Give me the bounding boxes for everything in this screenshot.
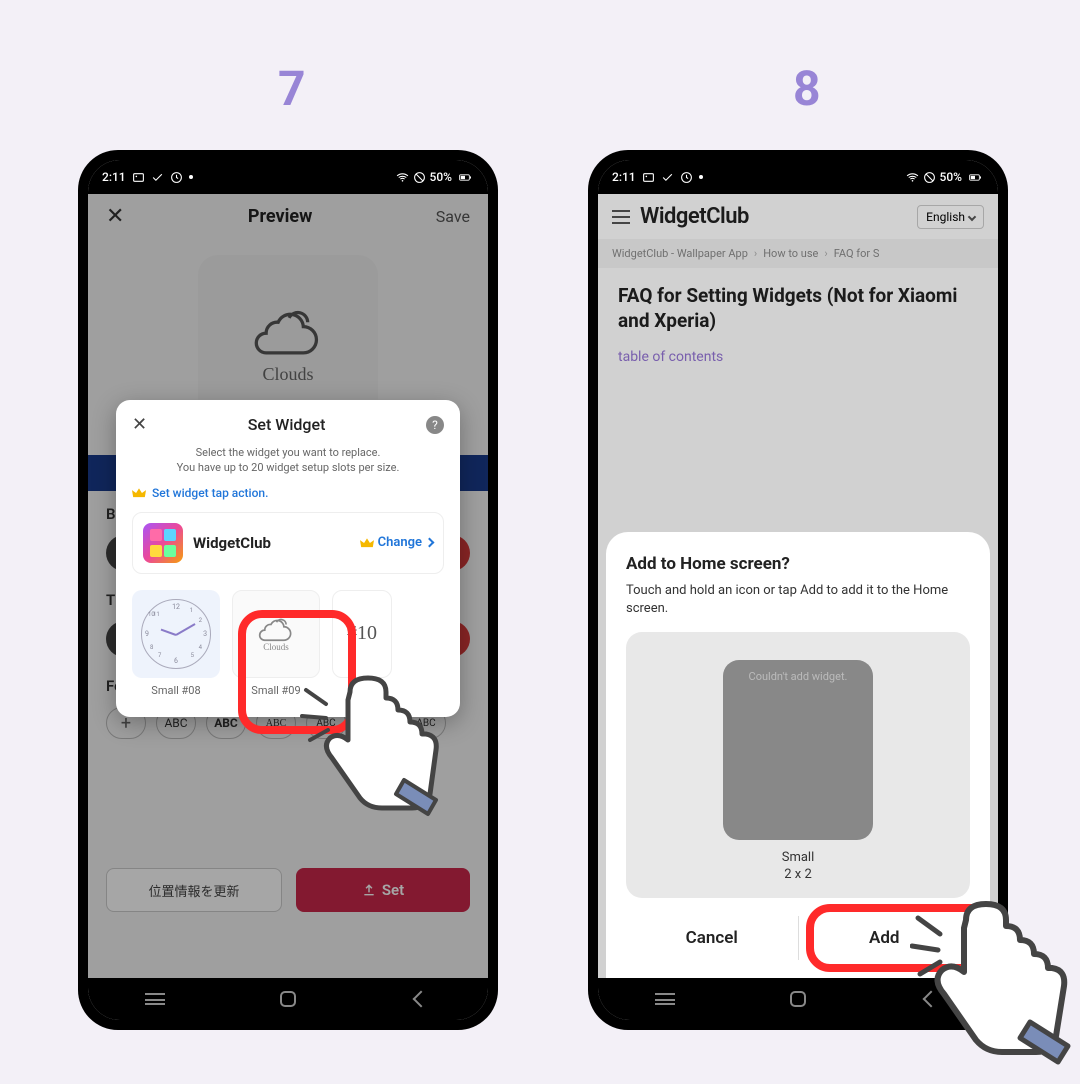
clock-status-icon	[170, 171, 183, 184]
wifi-icon	[396, 171, 409, 184]
recent-apps-button[interactable]	[650, 990, 680, 1008]
app-selector-row: WidgetClub Change	[132, 512, 444, 574]
crown-icon	[360, 537, 374, 549]
set-widget-dialog: ✕ Set Widget ? Select the widget you wan…	[116, 400, 460, 717]
sheet-subtitle: Touch and hold an icon or tap Add to add…	[626, 582, 970, 618]
tap-action-link[interactable]: Set widget tap action.	[132, 486, 444, 500]
image-icon	[132, 171, 145, 184]
step-number-7: 7	[278, 60, 306, 117]
cancel-button[interactable]: Cancel	[626, 916, 798, 960]
app-name: WidgetClub	[193, 534, 271, 552]
widget-slots-row: 12 6 9 3 11 1 2 10 4 5 7 8	[132, 590, 444, 697]
battery-percent: 50%	[430, 170, 452, 184]
battery-percent: 50%	[940, 170, 962, 184]
image-icon	[642, 171, 655, 184]
back-button[interactable]	[406, 990, 436, 1008]
dialog-title: Set Widget	[248, 415, 326, 434]
phone-mockup-left: 2:11 50% ✕ Preview Save Clouds	[78, 150, 498, 1030]
back-button[interactable]	[916, 990, 946, 1008]
close-icon[interactable]: ✕	[132, 414, 147, 435]
widget-preview-placeholder[interactable]: Couldn't add widget.	[723, 660, 873, 840]
no-signal-icon	[923, 171, 936, 184]
widget-slot-10[interactable]: #10	[332, 590, 392, 697]
chevron-right-icon	[425, 538, 435, 548]
add-button[interactable]: Add	[799, 916, 971, 960]
recent-apps-button[interactable]	[140, 990, 170, 1008]
add-to-home-sheet: Add to Home screen? Touch and hold an ic…	[606, 532, 990, 978]
change-button[interactable]: Change	[360, 535, 433, 550]
nav-bar	[88, 978, 488, 1020]
crown-icon	[132, 487, 146, 499]
widget-error-text: Couldn't add widget.	[749, 670, 848, 683]
no-signal-icon	[413, 171, 426, 184]
widget-slot-09[interactable]: Clouds Small #09	[232, 590, 320, 697]
status-time: 2:11	[612, 170, 636, 184]
slot-label: Small #08	[132, 684, 220, 697]
phone-notch	[792, 162, 804, 174]
check-icon	[151, 171, 164, 184]
clock-status-icon	[680, 171, 693, 184]
nav-bar	[598, 978, 998, 1020]
widget-slot-08[interactable]: 12 6 9 3 11 1 2 10 4 5 7 8	[132, 590, 220, 697]
widget-size-label: Small 2 x 2	[646, 850, 950, 884]
phone-notch	[282, 162, 294, 174]
widget-preview-area: Couldn't add widget. Small 2 x 2	[626, 632, 970, 898]
battery-icon	[456, 171, 474, 184]
check-icon	[661, 171, 674, 184]
slot-number: #10	[347, 622, 377, 645]
phone-mockup-right: 2:11 50% WidgetClub English	[588, 150, 1008, 1030]
status-dot	[189, 175, 193, 179]
battery-icon	[966, 171, 984, 184]
slot-label: Small #09	[232, 684, 320, 697]
sheet-button-row: Cancel Add	[626, 916, 970, 960]
wifi-icon	[906, 171, 919, 184]
help-icon[interactable]: ?	[426, 416, 444, 434]
sheet-title: Add to Home screen?	[626, 554, 970, 574]
dialog-subtitle: Select the widget you want to replace. Y…	[132, 445, 444, 476]
slot-weather-label: Clouds	[263, 642, 289, 652]
home-button[interactable]	[273, 990, 303, 1008]
step-number-8: 8	[793, 60, 821, 117]
status-dot	[699, 175, 703, 179]
cloud-icon	[258, 616, 294, 642]
clock-icon: 12 6 9 3 11 1 2 10 4 5 7 8	[141, 599, 211, 669]
widgetclub-app-icon	[143, 523, 183, 563]
status-time: 2:11	[102, 170, 126, 184]
home-button[interactable]	[783, 990, 813, 1008]
